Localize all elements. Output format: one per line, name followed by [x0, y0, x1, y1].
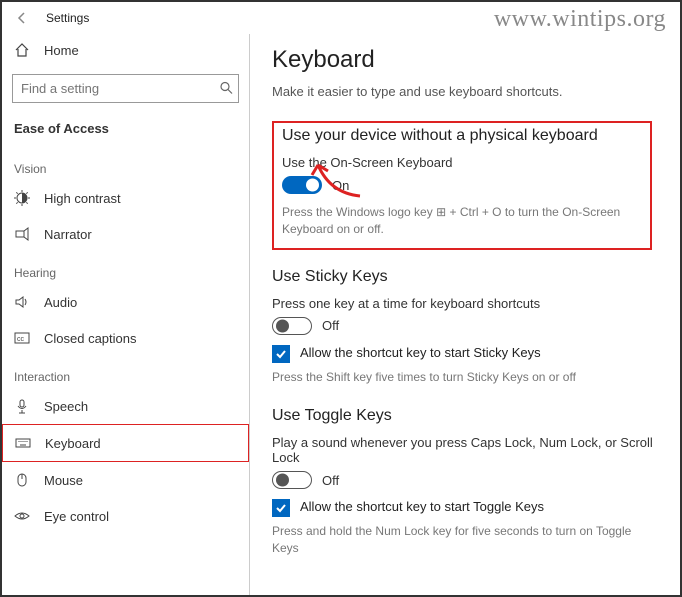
- narrator-icon: [14, 226, 30, 242]
- osk-toggle-state: On: [332, 178, 349, 193]
- osk-hint: Press the Windows logo key ⊞ + Ctrl + O …: [282, 204, 642, 238]
- high-contrast-icon: [14, 190, 30, 206]
- speech-icon: [14, 398, 30, 414]
- windows-logo-icon: ⊞: [436, 205, 446, 219]
- togglekeys-shortcut-label: Allow the shortcut key to start Toggle K…: [300, 499, 544, 516]
- togglekeys-heading: Use Toggle Keys: [272, 407, 658, 425]
- group-hearing: Hearing: [2, 252, 249, 284]
- sidebar-item-closed-captions[interactable]: cc Closed captions: [2, 320, 249, 356]
- sticky-label: Press one key at a time for keyboard sho…: [272, 296, 658, 311]
- sidebar-item-audio[interactable]: Audio: [2, 284, 249, 320]
- sidebar-item-eye-control[interactable]: Eye control: [2, 498, 249, 534]
- sticky-heading: Use Sticky Keys: [272, 268, 658, 286]
- search-input[interactable]: [12, 74, 239, 103]
- sticky-toggle[interactable]: [272, 317, 312, 335]
- sidebar-item-speech[interactable]: Speech: [2, 388, 249, 424]
- osk-label: Use the On-Screen Keyboard: [282, 155, 642, 170]
- sidebar-item-label: Mouse: [44, 473, 83, 488]
- sidebar-item-mouse[interactable]: Mouse: [2, 462, 249, 498]
- togglekeys-toggle[interactable]: [272, 471, 312, 489]
- sidebar-item-label: Audio: [44, 295, 77, 310]
- keyboard-icon: [15, 435, 31, 451]
- window-title: Settings: [46, 11, 89, 25]
- sidebar-item-keyboard[interactable]: Keyboard: [2, 424, 249, 462]
- sticky-shortcut-checkbox[interactable]: [272, 345, 290, 363]
- osk-heading: Use your device without a physical keybo…: [282, 127, 642, 145]
- sidebar-category: Ease of Access: [2, 113, 249, 148]
- group-interaction: Interaction: [2, 356, 249, 388]
- search-box[interactable]: [12, 74, 239, 103]
- sidebar-item-label: Narrator: [44, 227, 92, 242]
- main-panel: Keyboard Make it easier to type and use …: [250, 34, 680, 595]
- sticky-shortcut-label: Allow the shortcut key to start Sticky K…: [300, 345, 541, 362]
- page-subtitle: Make it easier to type and use keyboard …: [272, 84, 658, 99]
- sticky-hint: Press the Shift key five times to turn S…: [272, 369, 658, 386]
- sidebar-home[interactable]: Home: [2, 34, 249, 66]
- sidebar-item-label: High contrast: [44, 191, 121, 206]
- sidebar-item-label: Keyboard: [45, 436, 101, 451]
- mouse-icon: [14, 472, 30, 488]
- togglekeys-label: Play a sound whenever you press Caps Loc…: [272, 435, 658, 465]
- eye-icon: [14, 508, 30, 524]
- group-vision: Vision: [2, 148, 249, 180]
- togglekeys-shortcut-checkbox[interactable]: [272, 499, 290, 517]
- osk-toggle[interactable]: [282, 176, 322, 194]
- audio-icon: [14, 294, 30, 310]
- sidebar-item-label: Eye control: [44, 509, 109, 524]
- sidebar-item-label: Closed captions: [44, 331, 137, 346]
- home-icon: [14, 42, 30, 58]
- sidebar-item-narrator[interactable]: Narrator: [2, 216, 249, 252]
- back-icon[interactable]: [10, 11, 34, 25]
- sidebar-item-label: Speech: [44, 399, 88, 414]
- sidebar: Home Ease of Access Vision High contrast…: [2, 34, 250, 595]
- cc-icon: cc: [14, 330, 30, 346]
- sidebar-item-high-contrast[interactable]: High contrast: [2, 180, 249, 216]
- sidebar-home-label: Home: [44, 43, 79, 58]
- page-title: Keyboard: [272, 46, 658, 74]
- highlight-box: Use your device without a physical keybo…: [272, 121, 652, 250]
- togglekeys-toggle-state: Off: [322, 473, 339, 488]
- togglekeys-hint: Press and hold the Num Lock key for five…: [272, 523, 658, 557]
- svg-text:cc: cc: [17, 336, 25, 343]
- sticky-toggle-state: Off: [322, 318, 339, 333]
